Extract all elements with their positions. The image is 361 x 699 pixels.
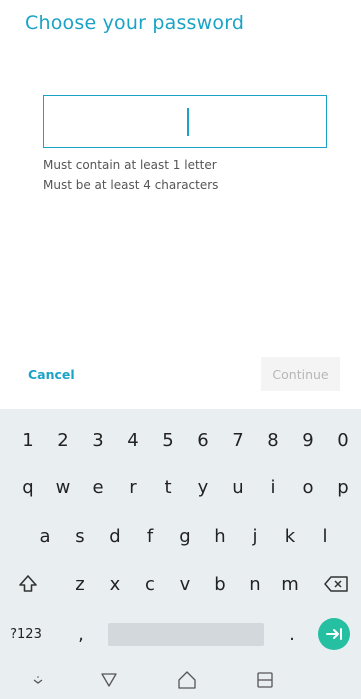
hint-length: Must be at least 4 characters — [43, 178, 219, 192]
key-i[interactable]: i — [258, 466, 288, 508]
key-period[interactable]: . — [277, 613, 307, 655]
key-x[interactable]: x — [100, 563, 130, 605]
shift-key[interactable] — [8, 563, 48, 605]
key-t[interactable]: t — [153, 466, 183, 508]
key-7[interactable]: 7 — [223, 419, 253, 461]
key-c[interactable]: c — [135, 563, 165, 605]
key-5[interactable]: 5 — [153, 419, 183, 461]
key-u[interactable]: u — [223, 466, 253, 508]
key-s[interactable]: s — [65, 515, 95, 557]
cancel-button[interactable]: Cancel — [28, 367, 75, 382]
key-9[interactable]: 9 — [293, 419, 323, 461]
key-g[interactable]: g — [170, 515, 200, 557]
key-w[interactable]: w — [48, 466, 78, 508]
keyboard-number-row: 1 2 3 4 5 6 7 8 9 0 — [0, 419, 361, 461]
key-0[interactable]: 0 — [328, 419, 358, 461]
key-d[interactable]: d — [100, 515, 130, 557]
key-o[interactable]: o — [293, 466, 323, 508]
key-n[interactable]: n — [240, 563, 270, 605]
password-field[interactable] — [43, 95, 327, 148]
hint-letter: Must contain at least 1 letter — [43, 158, 217, 172]
nav-recents-button[interactable] — [254, 669, 276, 691]
continue-button[interactable]: Continue — [261, 357, 340, 391]
key-4[interactable]: 4 — [118, 419, 148, 461]
key-r[interactable]: r — [118, 466, 148, 508]
nav-back-icon — [101, 673, 117, 687]
key-l[interactable]: l — [310, 515, 340, 557]
nav-collapse-icon — [33, 676, 43, 684]
key-6[interactable]: 6 — [188, 419, 218, 461]
key-k[interactable]: k — [275, 515, 305, 557]
keyboard-row-3: z x c v b n m — [0, 563, 361, 605]
space-bar[interactable] — [108, 623, 264, 646]
nav-home-icon — [178, 671, 196, 689]
keyboard-row-2: a s d f g h j k l — [0, 515, 361, 557]
text-cursor — [187, 108, 189, 136]
enter-icon — [326, 628, 342, 640]
key-3[interactable]: 3 — [83, 419, 113, 461]
key-z[interactable]: z — [65, 563, 95, 605]
key-2[interactable]: 2 — [48, 419, 78, 461]
nav-recents-icon — [257, 672, 273, 688]
key-1[interactable]: 1 — [13, 419, 43, 461]
key-e[interactable]: e — [83, 466, 113, 508]
navigation-bar — [0, 661, 361, 699]
key-a[interactable]: a — [30, 515, 60, 557]
nav-home-button[interactable] — [176, 669, 198, 691]
key-h[interactable]: h — [205, 515, 235, 557]
nav-collapse-button[interactable] — [27, 669, 49, 691]
key-v[interactable]: v — [170, 563, 200, 605]
keyboard: 1 2 3 4 5 6 7 8 9 0 q w e r t y u i o p … — [0, 409, 361, 661]
key-m[interactable]: m — [275, 563, 305, 605]
key-p[interactable]: p — [328, 466, 358, 508]
enter-key[interactable] — [318, 618, 350, 650]
page-title: Choose your password — [25, 12, 245, 34]
key-q[interactable]: q — [13, 466, 43, 508]
backspace-key[interactable] — [316, 563, 356, 605]
symbols-key[interactable]: ?123 — [6, 613, 46, 655]
backspace-icon — [324, 576, 348, 592]
key-j[interactable]: j — [240, 515, 270, 557]
key-8[interactable]: 8 — [258, 419, 288, 461]
key-b[interactable]: b — [205, 563, 235, 605]
keyboard-row-1: q w e r t y u i o p — [0, 466, 361, 508]
key-y[interactable]: y — [188, 466, 218, 508]
key-f[interactable]: f — [135, 515, 165, 557]
key-comma[interactable]: , — [66, 613, 96, 655]
shift-icon — [19, 575, 37, 592]
nav-back-button[interactable] — [98, 669, 120, 691]
